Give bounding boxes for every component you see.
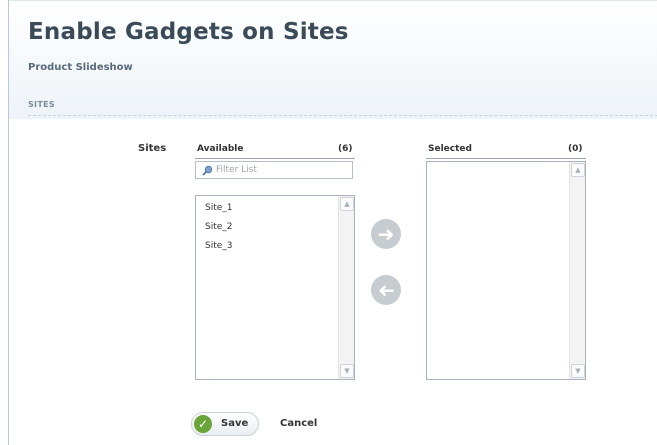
list-item[interactable]: Site_1 <box>196 199 338 218</box>
selected-header-rule <box>426 158 586 159</box>
remove-from-selected-button[interactable]: ➜ <box>371 275 401 305</box>
selected-list[interactable]: ▲ ▼ <box>426 161 586 380</box>
page-title: Enable Gadgets on Sites <box>28 19 349 45</box>
checkmark-icon: ✓ <box>194 415 212 433</box>
search-icon <box>202 165 213 179</box>
scroll-up-button[interactable]: ▲ <box>571 163 585 177</box>
selected-count: (0) <box>568 144 583 154</box>
scroll-up-button[interactable]: ▲ <box>340 197 354 211</box>
save-button[interactable]: ✓ Save <box>191 412 259 436</box>
list-item[interactable]: Site_3 <box>196 237 338 256</box>
cancel-link[interactable]: Cancel <box>280 418 317 429</box>
selected-scrollbar[interactable]: ▲ ▼ <box>569 162 585 379</box>
arrow-left-icon: ➜ <box>377 278 395 302</box>
available-items: Site_1 Site_2 Site_3 <box>196 196 338 379</box>
add-to-selected-button[interactable]: ➜ <box>371 219 401 249</box>
scroll-down-button[interactable]: ▼ <box>571 364 585 378</box>
filter-box <box>195 161 353 179</box>
available-count: (6) <box>338 144 353 154</box>
section-divider <box>28 115 657 116</box>
scroll-down-button[interactable]: ▼ <box>340 364 354 378</box>
section-label: SITES <box>28 100 55 109</box>
page-subtitle: Product Slideshow <box>28 62 133 73</box>
save-button-label: Save <box>221 418 249 429</box>
filter-list-input[interactable] <box>216 164 346 176</box>
available-header-rule <box>195 158 355 159</box>
available-scrollbar[interactable]: ▲ ▼ <box>338 196 354 379</box>
arrow-right-icon: ➜ <box>377 222 395 246</box>
available-heading: Available <box>197 144 244 154</box>
sites-field-label: Sites <box>138 143 167 154</box>
list-item[interactable]: Site_2 <box>196 218 338 237</box>
selected-heading: Selected <box>428 144 472 154</box>
page-header: Enable Gadgets on Sites Product Slidesho… <box>9 0 657 119</box>
available-list[interactable]: Site_1 Site_2 Site_3 ▲ ▼ <box>195 195 355 380</box>
